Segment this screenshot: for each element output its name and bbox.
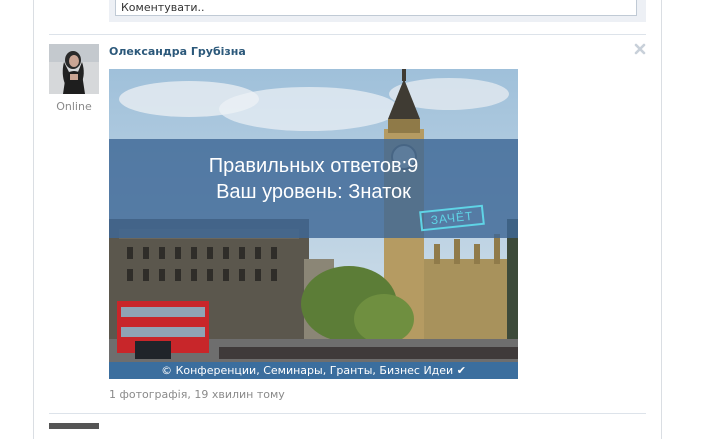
close-icon[interactable] bbox=[633, 42, 647, 56]
photo-caption: © Конференции, Семинары, Гранты, Бизнес … bbox=[109, 362, 518, 379]
post-meta-link[interactable]: 1 фотографія, 19 хвилин тому bbox=[109, 388, 285, 401]
online-status: Online bbox=[56, 100, 92, 113]
post-author-link[interactable]: Олександра Грубізна bbox=[109, 45, 246, 58]
pass-stamp: ЗАЧЁТ bbox=[419, 204, 485, 232]
avatar[interactable] bbox=[49, 44, 99, 94]
next-post-avatar[interactable] bbox=[49, 423, 99, 429]
quiz-result-banner: Правильных ответов:9 Ваш уровень: Знаток… bbox=[109, 139, 518, 238]
correct-answers-text: Правильных ответов:9 bbox=[208, 155, 419, 177]
post-divider bbox=[49, 413, 646, 414]
comment-input[interactable]: Коментувати.. bbox=[115, 0, 637, 16]
avatar-image bbox=[49, 44, 99, 94]
post-photo[interactable]: Правильных ответов:9 Ваш уровень: Знаток… bbox=[109, 69, 518, 379]
post-divider bbox=[49, 34, 646, 35]
level-text: Ваш уровень: Знаток bbox=[216, 181, 411, 203]
